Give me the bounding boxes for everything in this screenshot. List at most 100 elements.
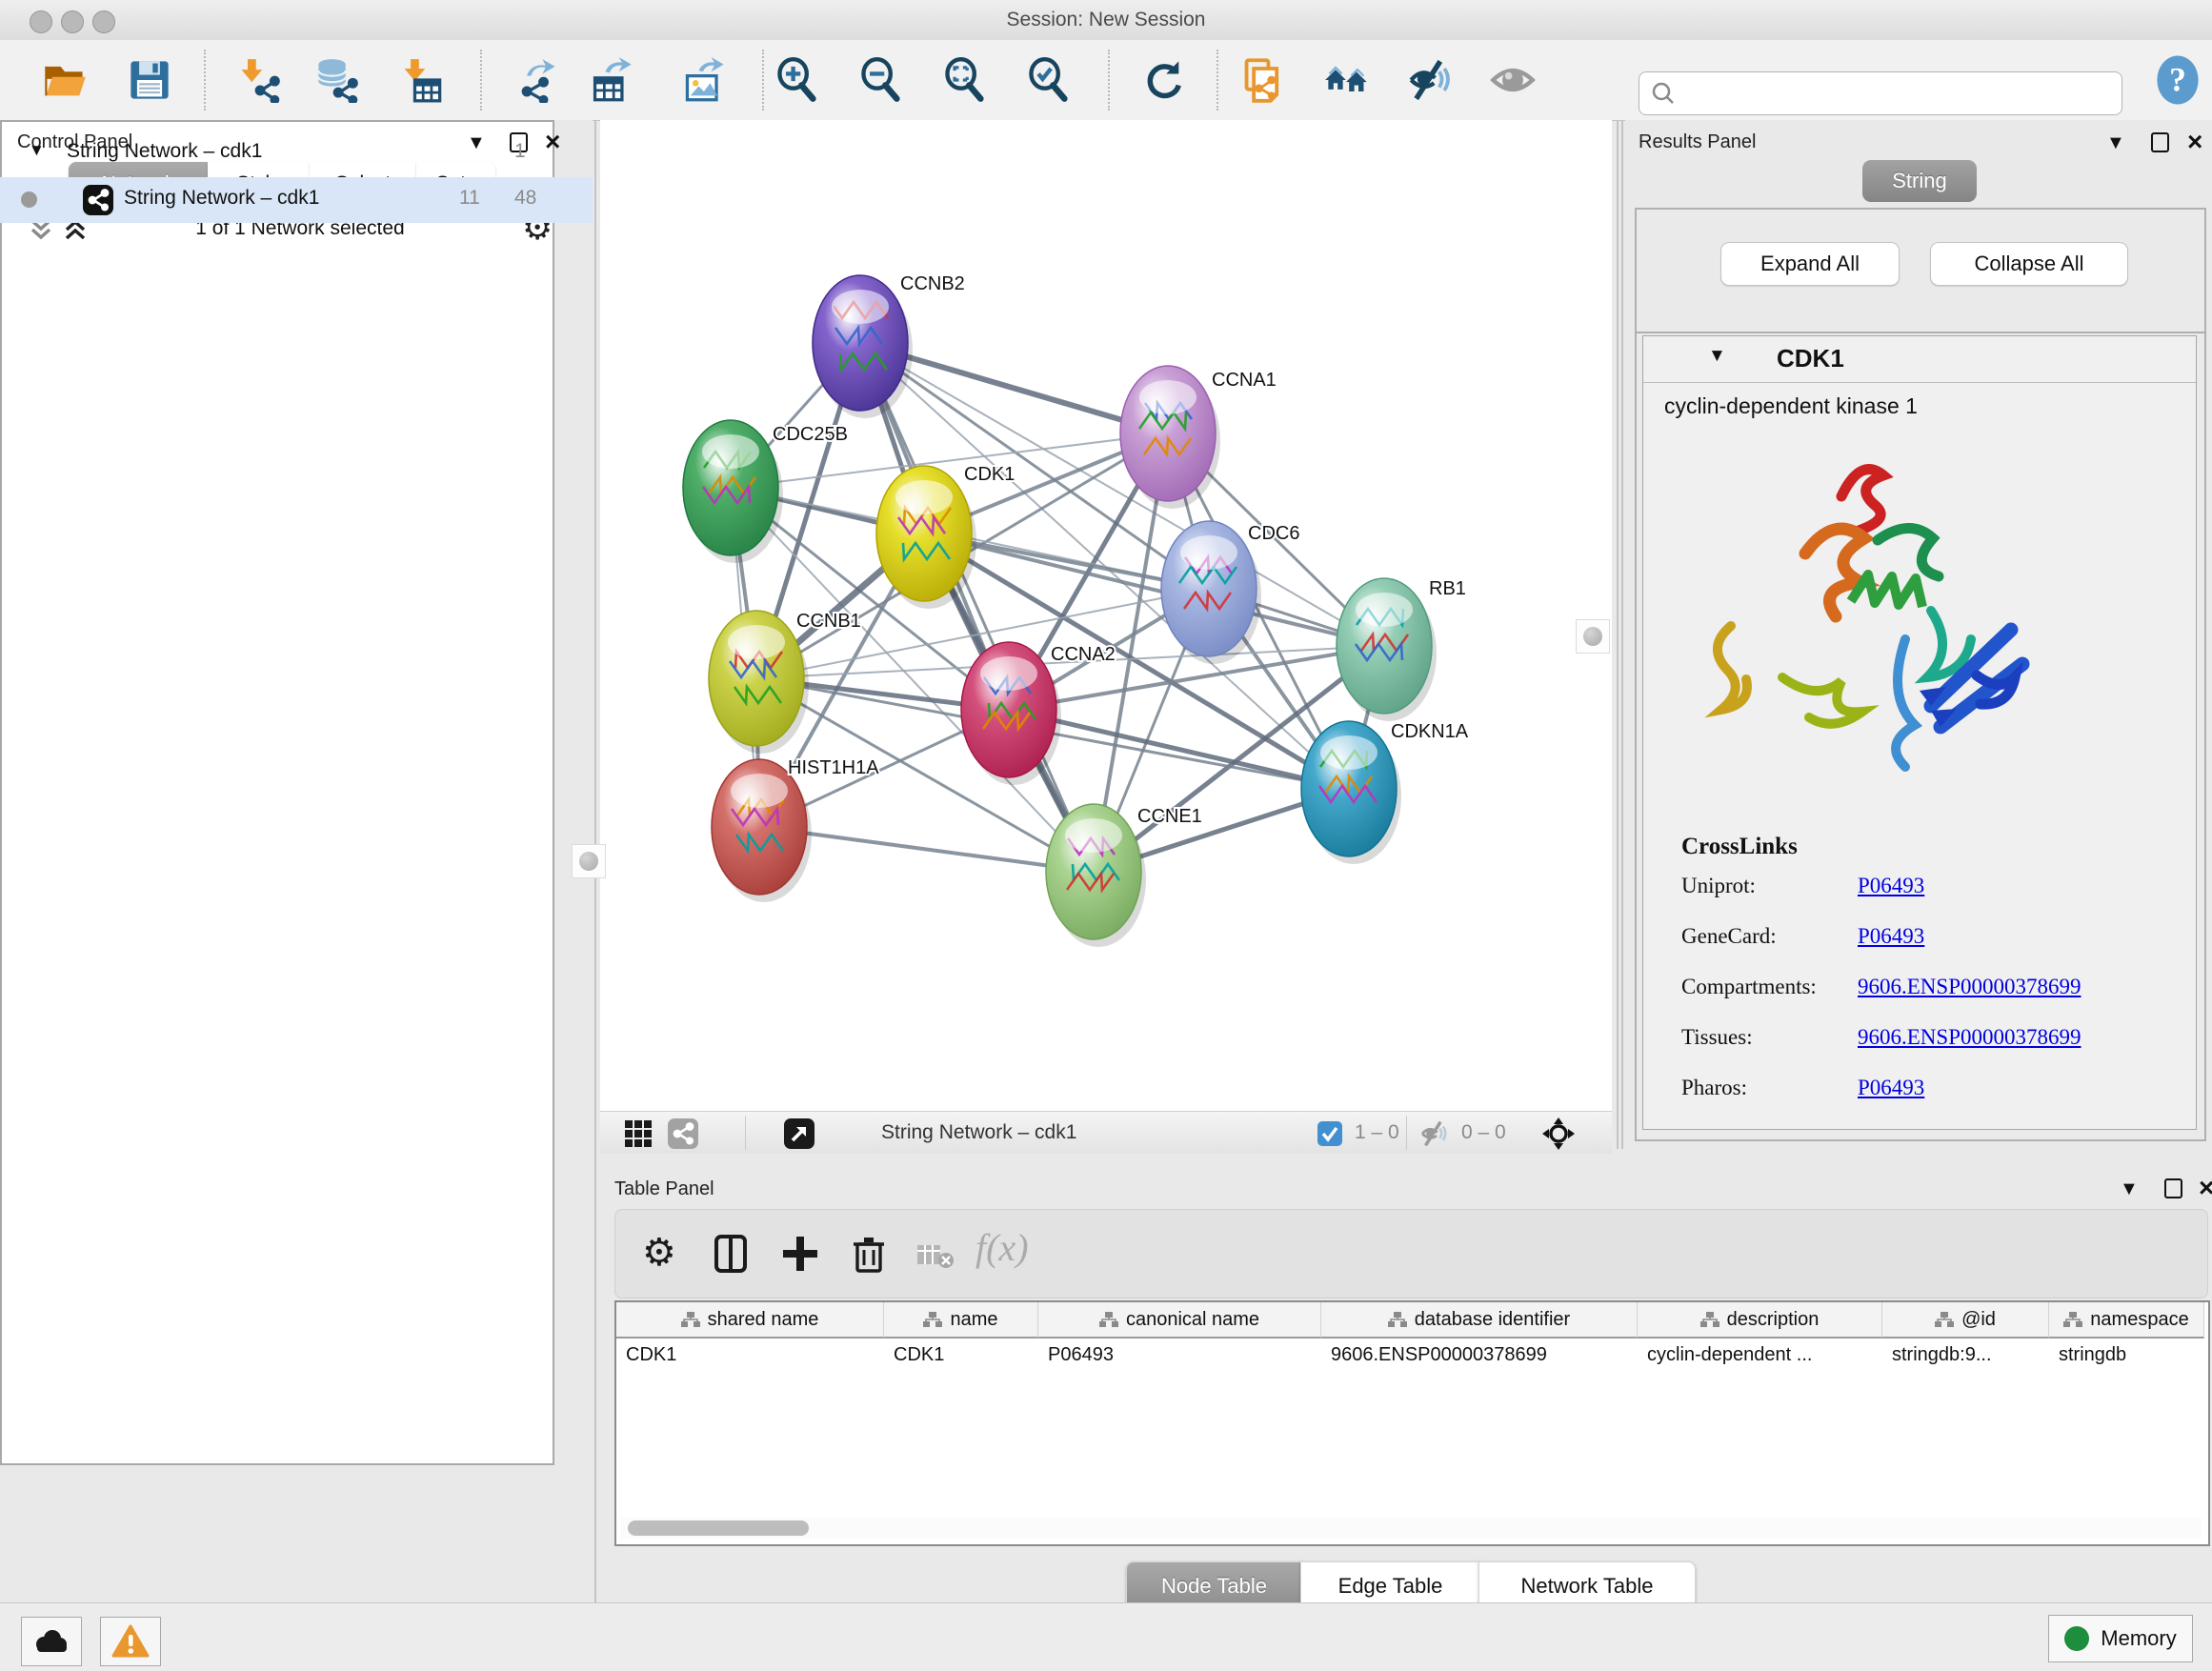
zoom-in-icon[interactable] [774,57,820,103]
import-network-from-database-icon[interactable] [314,57,360,103]
hide-selected-icon[interactable] [1408,57,1454,103]
close-panel-icon[interactable]: × [2187,132,2202,151]
column-header-canonical-name[interactable]: canonical name [1038,1302,1321,1339]
protein-structure-image [1691,437,2062,805]
export-image-icon[interactable] [682,57,728,103]
float-panel-icon[interactable]: ▼ [2120,1178,2139,1200]
network-collection-row[interactable]: ▼ String Network – cdk1 1 [0,133,593,177]
network-node-ccnb2[interactable]: CCNB2 [813,273,965,418]
warning-icon [111,1624,150,1659]
network-row-selected[interactable]: String Network – cdk1 11 48 [0,177,593,223]
open-in-window-icon[interactable] [783,1117,815,1150]
node-label-ccnb1: CCNB1 [796,611,861,632]
string-results-box: Expand All Collapse All ▼ CDK1 cyclin-de… [1635,208,2206,1141]
network-node-cdkn1a[interactable]: CDKN1A [1301,721,1469,864]
node-label-cdk1: CDK1 [964,464,1015,485]
column-header-description[interactable]: description [1638,1302,1882,1339]
network-node-ccne1[interactable]: CCNE1 [1046,804,1202,947]
zoom-fit-icon[interactable] [942,57,988,103]
crosslink-link[interactable]: 9606.ENSP00000378699 [1858,975,2081,998]
import-table-icon[interactable] [398,57,444,103]
splitter-handle[interactable] [1576,619,1610,654]
toolbar-separator [745,1116,746,1150]
node-label-ccne1: CCNE1 [1137,806,1202,827]
horizontal-scrollbar[interactable] [620,1518,2202,1539]
network-node-ccnb1[interactable]: CCNB1 [709,611,861,754]
panel-splitter[interactable] [1617,120,1619,1149]
table-cell[interactable]: CDK1 [616,1339,883,1371]
expand-all-button[interactable]: Expand All [1720,242,1900,286]
zoom-out-icon[interactable] [858,57,904,103]
crosslink-link[interactable]: P06493 [1858,924,1924,948]
float-panel-icon[interactable]: ▼ [2106,132,2125,154]
title-bar: Session: New Session [0,0,2212,41]
cloud-button[interactable] [21,1617,82,1666]
open-session-icon[interactable] [42,57,88,103]
save-session-icon[interactable] [127,57,172,103]
selected-checkbox-icon[interactable] [1317,1120,1343,1147]
column-type-icon [681,1311,700,1328]
column-header-shared-name[interactable]: shared name [616,1302,884,1339]
toolbar-separator [480,50,482,111]
node-card-header[interactable]: ▼ CDK1 [1643,336,2196,383]
status-bar: Memory [0,1602,2212,1671]
table-cell[interactable]: 9606.ENSP00000378699 [1321,1339,1637,1371]
crosslink-link[interactable]: P06493 [1858,1076,1924,1099]
column-header-database-identifier[interactable]: database identifier [1321,1302,1638,1339]
tab-string[interactable]: String [1862,160,1977,202]
grid-view-icon[interactable] [624,1119,653,1148]
column-header-namespace[interactable]: namespace [2049,1302,2204,1339]
network-node-hist1h1a[interactable]: HIST1H1A [712,757,879,902]
table-cell[interactable]: CDK1 [884,1339,1037,1371]
collection-expand-icon[interactable]: ▼ [29,141,45,160]
network-edge[interactable] [860,343,1094,872]
maximize-panel-icon[interactable] [2164,1178,2182,1198]
crosslink-link[interactable]: P06493 [1858,874,1924,897]
network-icon[interactable] [667,1117,699,1150]
close-panel-icon[interactable]: × [2199,1178,2212,1198]
show-columns-icon[interactable] [711,1233,753,1275]
table-cell[interactable]: stringdb [2049,1339,2203,1371]
search-input[interactable] [1639,71,2122,115]
delete-column-icon[interactable] [848,1233,890,1275]
refresh-icon[interactable] [1141,57,1187,103]
maximize-panel-icon[interactable] [2151,132,2169,152]
node-label-cdkn1a: CDKN1A [1391,721,1469,742]
memory-button[interactable]: Memory [2048,1615,2193,1662]
column-header-name[interactable]: name [884,1302,1038,1339]
export-network-icon[interactable] [514,57,560,103]
show-all-icon[interactable] [1490,57,1536,103]
export-table-icon[interactable] [589,57,634,103]
network-node-ccna1[interactable]: CCNA1 [1120,366,1277,509]
toolbar-separator [1406,1116,1407,1150]
network-node-ccna2[interactable]: CCNA2 [961,642,1116,785]
scrollbar-thumb[interactable] [628,1520,809,1536]
warning-button[interactable] [100,1617,161,1666]
column-header--id[interactable]: @id [1882,1302,2049,1339]
zoom-selected-icon[interactable] [1026,57,1072,103]
help-icon[interactable]: ? [2151,53,2204,107]
network-graph[interactable]: CCNB2 CCNA1 CDC25B CDK1 CDC6 RB1 CCNB1 CCNA2 CDK… [600,120,1612,1111]
table-cell[interactable]: cyclin-dependent ... [1638,1339,1881,1371]
network-node-cdc25b[interactable]: CDC25B [683,420,848,563]
crosslink-link[interactable]: 9606.ENSP00000378699 [1858,1025,2081,1049]
network-row-label: String Network – cdk1 [124,187,319,210]
splitter-handle[interactable] [572,844,606,878]
table-options-gear-icon[interactable]: ⚙ [642,1231,676,1275]
crosslink-label: Uniprot: [1681,874,1858,898]
first-neighbors-icon[interactable] [1324,57,1370,103]
collapse-all-button[interactable]: Collapse All [1930,242,2128,286]
collapse-section-icon[interactable]: ▼ [1708,346,1726,367]
create-column-icon[interactable] [779,1233,821,1275]
network-view-canvas[interactable]: CCNB2 CCNA1 CDC25B CDK1 CDC6 RB1 CCNB1 CCNA2 CDK… [600,120,1612,1111]
table-cell[interactable]: P06493 [1038,1339,1320,1371]
node-table[interactable]: shared nameCDK1nameCDK1canonical nameP06… [614,1300,2210,1546]
node-description: cyclin-dependent kinase 1 [1664,393,1918,419]
network-node-rb1[interactable]: RB1 [1337,578,1466,721]
network-node-cdc6[interactable]: CDC6 [1161,521,1299,664]
table-cell[interactable]: stringdb:9... [1882,1339,2048,1371]
duplicate-network-icon[interactable] [1240,57,1286,103]
birds-eye-view-icon[interactable] [1541,1117,1576,1151]
network-view-toolbar: String Network – cdk1 1 – 0 0 – 0 [600,1111,1612,1155]
import-network-icon[interactable] [236,57,282,103]
